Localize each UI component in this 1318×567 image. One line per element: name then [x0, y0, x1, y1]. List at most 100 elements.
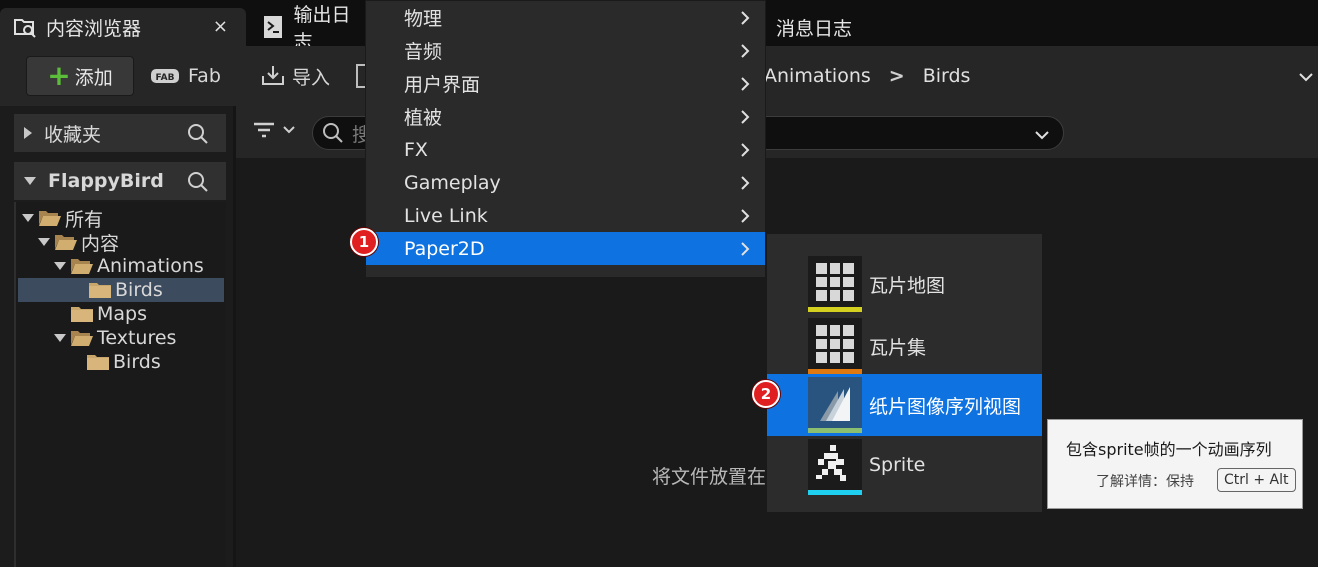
tree-item-label: Birds: [115, 279, 163, 301]
chevron-right-icon: [739, 75, 751, 97]
filter-icon: [252, 120, 276, 140]
search-icon[interactable]: [186, 170, 210, 199]
collapse-arrow-icon[interactable]: [38, 238, 50, 246]
project-section-header[interactable]: FlappyBird: [14, 162, 226, 200]
flipbook-icon: [808, 377, 862, 433]
tooltip-shortcut: Ctrl + Alt: [1217, 468, 1296, 492]
collapse-arrow-icon[interactable]: [24, 177, 36, 185]
menu-item-5[interactable]: Gameplay: [366, 166, 765, 199]
folder-open-icon: [70, 257, 94, 275]
import-icon: [260, 64, 286, 88]
folder-open-icon: [38, 209, 62, 227]
tree-item-label: Textures: [97, 327, 177, 349]
tree-item-label: Animations: [97, 255, 204, 277]
folder-open-icon: [70, 329, 94, 347]
menu-item-label: Paper2D: [404, 237, 485, 260]
folder-tree: 所有 内容 Animations Birds Maps Textures Birds: [14, 202, 226, 567]
project-label: FlappyBird: [48, 170, 164, 192]
chevron-right-icon: [739, 108, 751, 130]
folder-open-icon: [54, 233, 78, 251]
fab-icon: FAB: [150, 67, 180, 85]
tree-item[interactable]: 内容: [16, 230, 120, 255]
breadcrumb-item[interactable]: Animations: [764, 65, 871, 87]
chevron-down-icon: [282, 125, 296, 135]
tree-item[interactable]: Animations: [16, 254, 204, 278]
submenu-item-label: 纸片图像序列视图: [869, 396, 1022, 418]
menu-item-0[interactable]: 物理: [366, 1, 765, 34]
paper2d-submenu: 瓦片地图瓦片集纸片图像序列视图 Sprite: [766, 233, 1043, 513]
tile-grid: [816, 263, 854, 301]
import-button-label: 导入: [292, 66, 331, 89]
tile-grid: [816, 325, 854, 363]
add-context-menu: 物理音频用户界面植被 FX Gameplay Live Link Paper2D: [365, 0, 766, 278]
tree-item-label: 内容: [81, 232, 120, 255]
tile-set-icon: [808, 318, 862, 374]
submenu-item-tile-set[interactable]: 瓦片集: [767, 315, 1042, 377]
collapse-arrow-icon[interactable]: [22, 214, 34, 222]
chevron-down-icon[interactable]: [1034, 124, 1050, 146]
tab-content-browser[interactable]: 内容浏览器 ×: [0, 8, 246, 46]
step-badge-2: 2: [752, 380, 780, 408]
chevron-right-icon: [739, 141, 751, 163]
tree-item-selected[interactable]: Birds: [18, 278, 224, 302]
import-button[interactable]: 导入: [260, 56, 330, 96]
tree-item-label: 所有: [65, 208, 104, 231]
tree-item[interactable]: Birds: [16, 350, 161, 374]
menu-item-2[interactable]: 用户界面: [366, 67, 765, 100]
menu-item-label: FX: [404, 138, 428, 161]
fab-button-label: Fab: [188, 65, 221, 87]
close-icon[interactable]: ×: [213, 16, 228, 37]
collapse-arrow-icon[interactable]: [54, 262, 66, 270]
menu-item-4[interactable]: FX: [366, 133, 765, 166]
tab-content-browser-label: 内容浏览器: [46, 17, 142, 40]
menu-item-label: Live Link: [404, 204, 488, 227]
asset-color-bar: [808, 307, 862, 312]
search-icon[interactable]: [186, 122, 210, 151]
step-badge-1: 1: [350, 228, 378, 256]
menu-item-label: 植被: [404, 107, 443, 129]
favorites-section-header[interactable]: 收藏夹: [14, 114, 226, 152]
submenu-item-sprite[interactable]: Sprite: [767, 436, 1042, 498]
plus-icon: +: [47, 59, 71, 92]
tab-message-log[interactable]: 消息日志: [764, 8, 964, 46]
folder-icon: [88, 281, 112, 299]
submenu-item-flipbook[interactable]: 纸片图像序列视图: [767, 374, 1042, 436]
tree-item-label: Maps: [97, 303, 147, 325]
chevron-right-icon: [739, 207, 751, 229]
menu-item-label: Gameplay: [404, 171, 501, 194]
menu-item-6[interactable]: Live Link: [366, 199, 765, 232]
expand-arrow-icon[interactable]: [24, 127, 32, 139]
menu-item-label: 音频: [404, 41, 443, 63]
menu-item-paper2d[interactable]: Paper2D: [366, 232, 765, 265]
collapse-arrow-icon[interactable]: [54, 334, 66, 342]
tree-item[interactable]: 所有: [16, 206, 104, 231]
sources-panel: 收藏夹 FlappyBird 所有 内容 Animations Birds Maps Te…: [0, 106, 233, 567]
chevron-right-icon: [739, 42, 751, 64]
tree-item-label: Birds: [113, 351, 161, 373]
add-button[interactable]: + 添加: [26, 56, 134, 96]
output-log-icon: [260, 14, 285, 40]
tile-map-icon: [808, 256, 862, 312]
tree-item[interactable]: Textures: [16, 326, 176, 350]
breadcrumb: Animations > Birds: [764, 56, 970, 96]
submenu-item-tile-map[interactable]: 瓦片地图: [767, 253, 1042, 315]
menu-item-3[interactable]: 植被: [366, 100, 765, 133]
chevron-down-icon[interactable]: [1298, 66, 1314, 88]
chevron-right-icon: [739, 174, 751, 196]
tooltip: 包含sprite帧的一个动画序列 了解详情：保持 Ctrl + Alt: [1047, 419, 1303, 509]
chevron-right-icon: >: [888, 65, 905, 87]
tab-output-log[interactable]: 输出日志: [248, 4, 368, 53]
breadcrumb-item[interactable]: Birds: [923, 65, 971, 87]
menu-item-label: 用户界面: [404, 74, 481, 96]
submenu-item-label: 瓦片集: [869, 337, 927, 359]
chevron-right-icon: [739, 240, 751, 262]
tree-item[interactable]: Maps: [16, 302, 147, 326]
tooltip-more-info: 了解详情：保持: [1096, 474, 1194, 490]
menu-item-1[interactable]: 音频: [366, 34, 765, 67]
drop-hint-text: 将文件放置在: [652, 466, 767, 488]
search-icon: [322, 122, 344, 149]
fab-button[interactable]: FAB Fab: [150, 56, 221, 96]
svg-text:FAB: FAB: [156, 73, 175, 83]
sprite-icon: [808, 439, 862, 495]
filter-button[interactable]: [252, 120, 296, 140]
